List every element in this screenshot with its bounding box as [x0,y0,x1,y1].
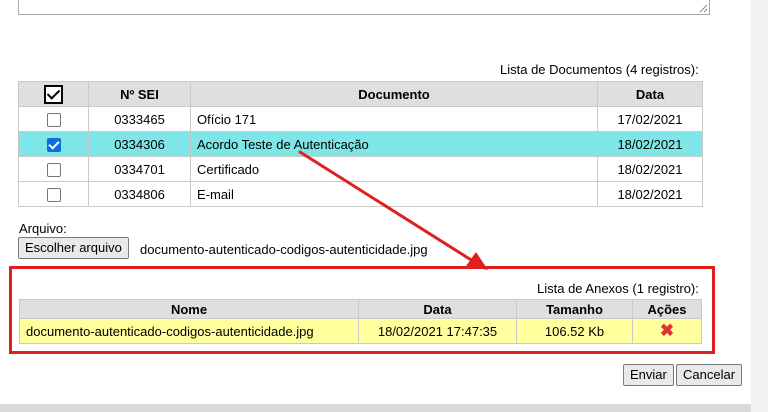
cell-documento: Ofício 171 [190,106,598,132]
attachments-header-row: Nome Data Tamanho Ações [19,299,702,319]
file-label: Arquivo: [19,221,67,236]
column-header-data[interactable]: Data [597,81,703,107]
cell-sei: 0334306 [88,131,191,157]
cell-nome: documento-autenticado-codigos-autenticid… [19,318,359,344]
documents-caption: Lista de Documentos (4 registros): [500,62,699,77]
enviar-button[interactable]: Enviar [623,364,674,386]
column-header-documento[interactable]: Documento [190,81,598,107]
resize-grip-icon[interactable] [699,4,708,13]
column-header-acoes: Ações [632,299,702,319]
select-all-checkbox[interactable] [44,84,63,104]
delete-icon[interactable]: ✖ [660,321,674,340]
cell-data: 18/02/2021 [597,156,703,182]
cell-acoes: ✖ [632,318,702,344]
cell-documento: Acordo Teste de Autenticação [190,131,598,157]
column-header-sei[interactable]: Nº SEI [88,81,191,107]
vertical-scrollbar[interactable] [751,0,768,412]
selected-filename: documento-autenticado-codigos-autenticid… [140,242,428,257]
cell-documento: Certificado [190,156,598,182]
attachments-table: Nome Data Tamanho Ações documento-autent… [19,299,702,344]
row-checkbox[interactable] [46,187,61,202]
cell-data: 17/02/2021 [597,106,703,132]
documents-header-row: Nº SEI Documento Data [18,81,703,107]
documents-table: Nº SEI Documento Data 0333465 Ofício 171… [18,81,703,207]
row-checkbox[interactable] [46,112,61,127]
cell-sei: 0333465 [88,106,191,132]
cell-data: 18/02/2021 [597,181,703,207]
cell-data: 18/02/2021 17:47:35 [358,318,517,344]
attachments-caption: Lista de Anexos (1 registro): [537,281,699,296]
table-row[interactable]: 0334806 E-mail 18/02/2021 [18,181,703,207]
select-all-header[interactable] [18,81,89,107]
table-row: documento-autenticado-codigos-autenticid… [19,318,702,344]
cancelar-button[interactable]: Cancelar [676,364,743,386]
horizontal-scrollbar[interactable] [0,404,751,412]
cell-documento: E-mail [190,181,598,207]
cell-tamanho: 106.52 Kb [516,318,633,344]
column-header-tamanho[interactable]: Tamanho [516,299,633,319]
column-header-nome[interactable]: Nome [19,299,359,319]
cell-sei: 0334701 [88,156,191,182]
text-area[interactable] [18,0,710,15]
table-row[interactable]: 0334701 Certificado 18/02/2021 [18,156,703,182]
row-checkbox[interactable] [46,162,61,177]
row-checkbox[interactable] [46,137,61,152]
table-row-selected[interactable]: 0334306 Acordo Teste de Autenticação 18/… [18,131,703,157]
cell-data: 18/02/2021 [597,131,703,157]
cell-sei: 0334806 [88,181,191,207]
choose-file-button[interactable]: Escolher arquivo [18,237,129,259]
column-header-data[interactable]: Data [358,299,517,319]
table-row[interactable]: 0333465 Ofício 171 17/02/2021 [18,106,703,132]
